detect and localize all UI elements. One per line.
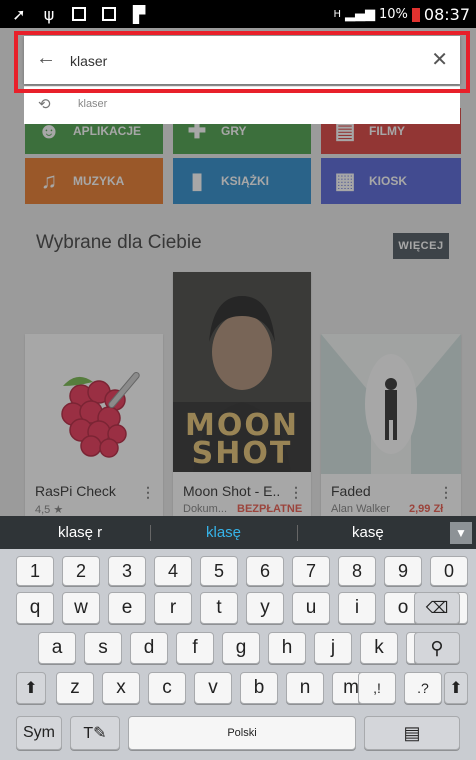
key-0[interactable]: 0 — [430, 556, 468, 586]
history-icon: ⟲ — [38, 96, 51, 113]
key-i[interactable]: i — [338, 592, 376, 624]
key-2[interactable]: 2 — [62, 556, 100, 586]
key-7[interactable]: 7 — [292, 556, 330, 586]
key-b[interactable]: b — [240, 672, 278, 704]
key-period-question[interactable]: .? — [404, 672, 442, 704]
status-bar: ➚ ψ ▛ H ▂▄▆ 10% 08:37 — [0, 0, 476, 28]
key-1[interactable]: 1 — [16, 556, 54, 586]
space-bar[interactable]: Polski — [128, 716, 356, 750]
sym-key[interactable]: Sym — [16, 716, 62, 750]
key-y[interactable]: y — [246, 592, 284, 624]
key-9[interactable]: 9 — [384, 556, 422, 586]
key-5[interactable]: 5 — [200, 556, 238, 586]
key-z[interactable]: z — [56, 672, 94, 704]
prediction-3[interactable]: kasę — [352, 524, 384, 541]
key-h[interactable]: h — [268, 632, 306, 664]
shift-icon[interactable]: ⬆ — [16, 672, 46, 704]
highlight-box — [14, 31, 470, 93]
key-w[interactable]: w — [62, 592, 100, 624]
prediction-1[interactable]: klasę r — [58, 524, 102, 541]
usb-icon: ψ — [43, 4, 55, 24]
prediction-2[interactable]: klasę — [206, 524, 241, 541]
key-s[interactable]: s — [84, 632, 122, 664]
key-q[interactable]: q — [16, 592, 54, 624]
battery-percent: 10% — [378, 7, 408, 22]
suggestion-text: klaser — [78, 98, 108, 110]
backspace-icon[interactable]: ⌫ — [414, 592, 460, 624]
missed-call-icon: ➚ — [12, 4, 26, 24]
key-t[interactable]: t — [200, 592, 238, 624]
key-6[interactable]: 6 — [246, 556, 284, 586]
handwriting-icon[interactable]: T✎ — [70, 716, 120, 750]
key-v[interactable]: v — [194, 672, 232, 704]
key-x[interactable]: x — [102, 672, 140, 704]
clock: 08:37 — [423, 5, 470, 24]
message-icon — [70, 5, 88, 23]
key-r[interactable]: r — [154, 592, 192, 624]
signal-icon: ▂▄▆ — [344, 7, 375, 22]
key-f[interactable]: f — [176, 632, 214, 664]
chevron-down-icon[interactable]: ▼ — [450, 522, 472, 544]
prediction-bar: klasę r klasę kasę ▼ — [0, 516, 476, 549]
key-j[interactable]: j — [314, 632, 352, 664]
keyboard: klasę r klasę kasę ▼ 1234567890qwertyuio… — [0, 516, 476, 760]
key-c[interactable]: c — [148, 672, 186, 704]
flipboard-icon: ▛ — [132, 4, 146, 24]
key-k[interactable]: k — [360, 632, 398, 664]
data-icon: H — [333, 9, 341, 20]
key-3[interactable]: 3 — [108, 556, 146, 586]
key-4[interactable]: 4 — [154, 556, 192, 586]
clipboard-icon[interactable]: ▤ — [364, 716, 460, 750]
key-8[interactable]: 8 — [338, 556, 376, 586]
key-d[interactable]: d — [130, 632, 168, 664]
key-a[interactable]: a — [38, 632, 76, 664]
search-key-icon[interactable]: ⚲ — [414, 632, 460, 664]
key-g[interactable]: g — [222, 632, 260, 664]
battery-icon — [411, 7, 420, 22]
gallery-icon — [100, 5, 118, 23]
shift-right-icon[interactable]: ⬆ — [444, 672, 468, 704]
key-e[interactable]: e — [108, 592, 146, 624]
key-u[interactable]: u — [292, 592, 330, 624]
key-n[interactable]: n — [286, 672, 324, 704]
key-comma-exclaim[interactable]: ,! — [358, 672, 396, 704]
